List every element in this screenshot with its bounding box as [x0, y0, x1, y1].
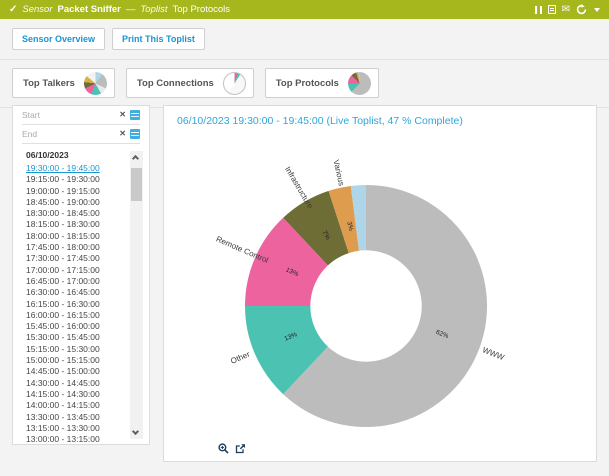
interval-sidebar: ✕ ✕ 06/10/2023 19:30:00 - 19:45:0019:15:…: [12, 105, 150, 445]
report-icon[interactable]: [548, 5, 556, 14]
interval-item[interactable]: 13:00:00 - 13:15:00: [13, 434, 149, 445]
interval-item[interactable]: 16:45:00 - 17:00:00: [13, 276, 149, 287]
slice-label: WWW: [481, 345, 506, 362]
tab-label: Top Connections: [137, 78, 214, 89]
interval-item[interactable]: 13:15:00 - 13:30:00: [13, 423, 149, 434]
interval-item[interactable]: 16:00:00 - 16:15:00: [13, 310, 149, 321]
interval-list: 19:30:00 - 19:45:0019:15:00 - 19:30:0019…: [13, 163, 149, 445]
tab-label: Top Protocols: [276, 78, 339, 89]
email-icon[interactable]: ✉: [562, 5, 570, 15]
section-kind-label: Toplist: [140, 4, 167, 15]
status-ok-icon: ✓: [9, 4, 17, 15]
pie-chart-icon: [223, 72, 246, 95]
start-date-field: ✕: [22, 106, 140, 125]
refresh-icon[interactable]: [576, 4, 587, 15]
interval-item[interactable]: 19:00:00 - 19:15:00: [13, 186, 149, 197]
interval-item[interactable]: 18:45:00 - 19:00:00: [13, 197, 149, 208]
interval-item[interactable]: 18:30:00 - 18:45:00: [13, 208, 149, 219]
interval-item[interactable]: 14:00:00 - 14:15:00: [13, 400, 149, 411]
interval-item[interactable]: 17:00:00 - 17:15:00: [13, 265, 149, 276]
interval-item[interactable]: 18:00:00 - 18:15:00: [13, 231, 149, 242]
interval-item[interactable]: 19:15:00 - 19:30:00: [13, 174, 149, 185]
calendar-icon[interactable]: [130, 129, 140, 139]
clear-end-icon[interactable]: ✕: [119, 130, 126, 138]
protocol-donut-chart: WWW62%Other13%Remote Control13%Infrastru…: [164, 106, 596, 461]
slice-label: Infrastructure: [283, 165, 315, 211]
zoom-icon[interactable]: [218, 443, 229, 454]
interval-date-header: 06/10/2023: [13, 144, 149, 163]
interval-item[interactable]: 16:30:00 - 16:45:00: [13, 287, 149, 298]
interval-item[interactable]: 13:30:00 - 13:45:00: [13, 412, 149, 423]
clear-start-icon[interactable]: ✕: [119, 111, 126, 119]
toolbar: Sensor Overview Print This Toplist: [0, 19, 609, 60]
interval-item[interactable]: 19:30:00 - 19:45:00: [13, 163, 149, 174]
pause-icon[interactable]: [535, 6, 542, 14]
end-date-field: ✕: [22, 125, 140, 144]
sensor-name-link[interactable]: Packet Sniffer: [58, 4, 121, 15]
breadcrumb-separator: —: [126, 4, 136, 15]
chevron-down-icon[interactable]: [594, 8, 600, 12]
end-date-input[interactable]: [22, 129, 115, 139]
tab-top-connections[interactable]: Top Connections: [126, 68, 254, 98]
pie-chart-icon: [84, 72, 107, 95]
toplist-tabs: Top Talkers Top Connections Top Protocols: [0, 60, 609, 108]
interval-item[interactable]: 15:30:00 - 15:45:00: [13, 332, 149, 343]
app-header: ✓ Sensor Packet Sniffer — Toplist Top Pr…: [0, 0, 609, 19]
interval-item[interactable]: 14:30:00 - 14:45:00: [13, 378, 149, 389]
interval-item[interactable]: 18:15:00 - 18:30:00: [13, 219, 149, 230]
calendar-icon[interactable]: [130, 110, 140, 120]
sensor-kind-label: Sensor: [22, 4, 52, 15]
start-date-input[interactable]: [22, 110, 115, 120]
sensor-overview-button[interactable]: Sensor Overview: [12, 28, 105, 50]
scroll-up-icon[interactable]: [132, 155, 139, 162]
slice-label: Various: [331, 159, 346, 187]
scroll-down-icon[interactable]: [132, 428, 139, 435]
page-title: Top Protocols: [172, 4, 230, 15]
tab-label: Top Talkers: [23, 78, 75, 89]
toplist-panel: 06/10/2023 19:30:00 - 19:45:00 (Live Top…: [163, 105, 597, 462]
print-toplist-button[interactable]: Print This Toplist: [112, 28, 205, 50]
chart-actions: [218, 443, 246, 454]
interval-item[interactable]: 17:45:00 - 18:00:00: [13, 242, 149, 253]
interval-item[interactable]: 14:15:00 - 14:30:00: [13, 389, 149, 400]
interval-item[interactable]: 15:00:00 - 15:15:00: [13, 355, 149, 366]
interval-item[interactable]: 16:15:00 - 16:30:00: [13, 299, 149, 310]
tab-top-protocols[interactable]: Top Protocols: [265, 68, 379, 98]
pie-chart-icon: [348, 72, 371, 95]
slice-label: Other: [229, 349, 251, 365]
interval-item[interactable]: 15:15:00 - 15:30:00: [13, 344, 149, 355]
tab-top-talkers[interactable]: Top Talkers: [12, 68, 115, 98]
open-external-icon[interactable]: [235, 443, 246, 454]
interval-item[interactable]: 15:45:00 - 16:00:00: [13, 321, 149, 332]
interval-item[interactable]: 17:30:00 - 17:45:00: [13, 253, 149, 264]
scrollbar-thumb[interactable]: [131, 168, 142, 201]
scrollbar[interactable]: [130, 151, 143, 439]
interval-item[interactable]: 14:45:00 - 15:00:00: [13, 366, 149, 377]
